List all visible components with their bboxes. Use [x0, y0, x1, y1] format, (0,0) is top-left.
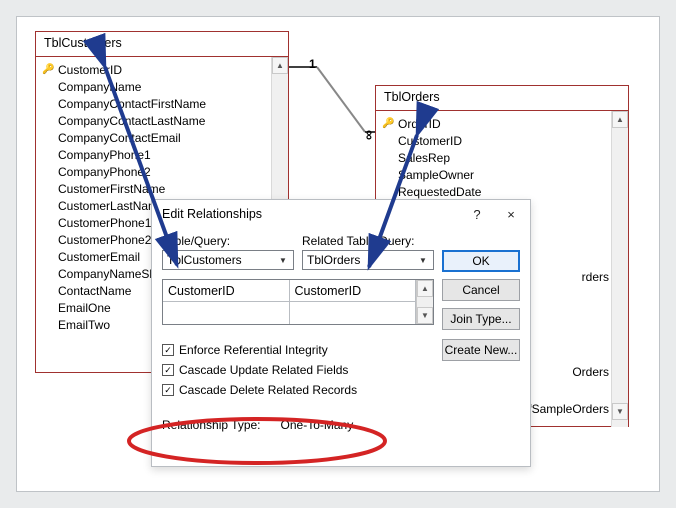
list-item[interactable]: RequestedDate: [376, 183, 611, 200]
related-table-query-combo[interactable]: TblOrders ▼: [302, 250, 434, 270]
cascade-update-checkbox[interactable]: ✓ Cascade Update Related Fields: [162, 361, 434, 379]
dialog-title: Edit Relationships: [162, 207, 460, 221]
list-item[interactable]: CompanyPhone1: [36, 146, 271, 163]
list-item[interactable]: SalesRep: [376, 149, 611, 166]
join-fields-grid[interactable]: CustomerID CustomerID ▲ ▼: [162, 279, 434, 325]
cascade-delete-checkbox[interactable]: ✓ Cascade Delete Related Records: [162, 381, 434, 399]
scroll-down-icon[interactable]: ▼: [612, 403, 628, 420]
join-many-label: ∞: [360, 130, 376, 140]
dialog-close-button[interactable]: ×: [494, 203, 528, 225]
chevron-down-icon: ▼: [415, 251, 431, 269]
join-type-button[interactable]: Join Type...: [442, 308, 520, 330]
dialog-help-button[interactable]: ?: [460, 203, 494, 225]
list-item[interactable]: CompanyContactFirstName: [36, 95, 271, 112]
grid-scrollbar[interactable]: ▲ ▼: [416, 280, 433, 324]
scroll-up-icon[interactable]: ▲: [612, 111, 628, 128]
tbl-orders-scrollbar[interactable]: ▲ ▼: [611, 111, 628, 427]
list-item[interactable]: 🔑CustomerID: [36, 61, 271, 78]
join-one-label: 1: [309, 57, 316, 71]
scroll-up-icon[interactable]: ▲: [417, 280, 433, 297]
create-new-button[interactable]: Create New...: [442, 339, 520, 361]
grid-cell[interactable]: [163, 302, 290, 324]
list-item[interactable]: CompanyContactLastName: [36, 112, 271, 129]
scroll-down-icon[interactable]: ▼: [417, 307, 433, 324]
grid-cell[interactable]: CustomerID: [163, 280, 290, 302]
checkmark-icon: ✓: [162, 344, 174, 356]
list-item[interactable]: CompanyName: [36, 78, 271, 95]
list-item[interactable]: 🔑OrderID: [376, 115, 611, 132]
table-query-combo[interactable]: TblCustomers ▼: [162, 250, 294, 270]
tbl-orders-title: TblOrders: [376, 86, 628, 111]
grid-cell[interactable]: CustomerID: [290, 280, 417, 302]
list-item[interactable]: CustomerID: [376, 132, 611, 149]
key-icon: 🔑: [382, 118, 398, 129]
enforce-ri-checkbox[interactable]: ✓ Enforce Referential Integrity: [162, 341, 434, 359]
checkmark-icon: ✓: [162, 384, 174, 396]
list-item[interactable]: CustomerFirstName: [36, 180, 271, 197]
relationship-canvas[interactable]: TblCustomers 🔑CustomerID CompanyName Com…: [16, 16, 660, 492]
table-query-label: Table/Query:: [162, 234, 294, 248]
grid-cell[interactable]: [290, 302, 417, 324]
relationship-type-label: Relationship Type:: [162, 418, 261, 432]
list-item[interactable]: CompanyPhone2: [36, 163, 271, 180]
cancel-button[interactable]: Cancel: [442, 279, 520, 301]
checkmark-icon: ✓: [162, 364, 174, 376]
relationship-type-value: One-To-Many: [281, 418, 354, 432]
key-icon: 🔑: [42, 64, 58, 75]
chevron-down-icon: ▼: [275, 251, 291, 269]
ok-button[interactable]: OK: [442, 250, 520, 272]
edit-relationships-dialog[interactable]: Edit Relationships ? × Table/Query: Rela…: [151, 199, 531, 467]
scroll-up-icon[interactable]: ▲: [272, 57, 288, 74]
tbl-customers-title: TblCustomers: [36, 32, 288, 57]
related-table-query-label: Related Table/Query:: [302, 234, 434, 248]
list-item[interactable]: CompanyContactEmail: [36, 129, 271, 146]
list-item[interactable]: SampleOwner: [376, 166, 611, 183]
